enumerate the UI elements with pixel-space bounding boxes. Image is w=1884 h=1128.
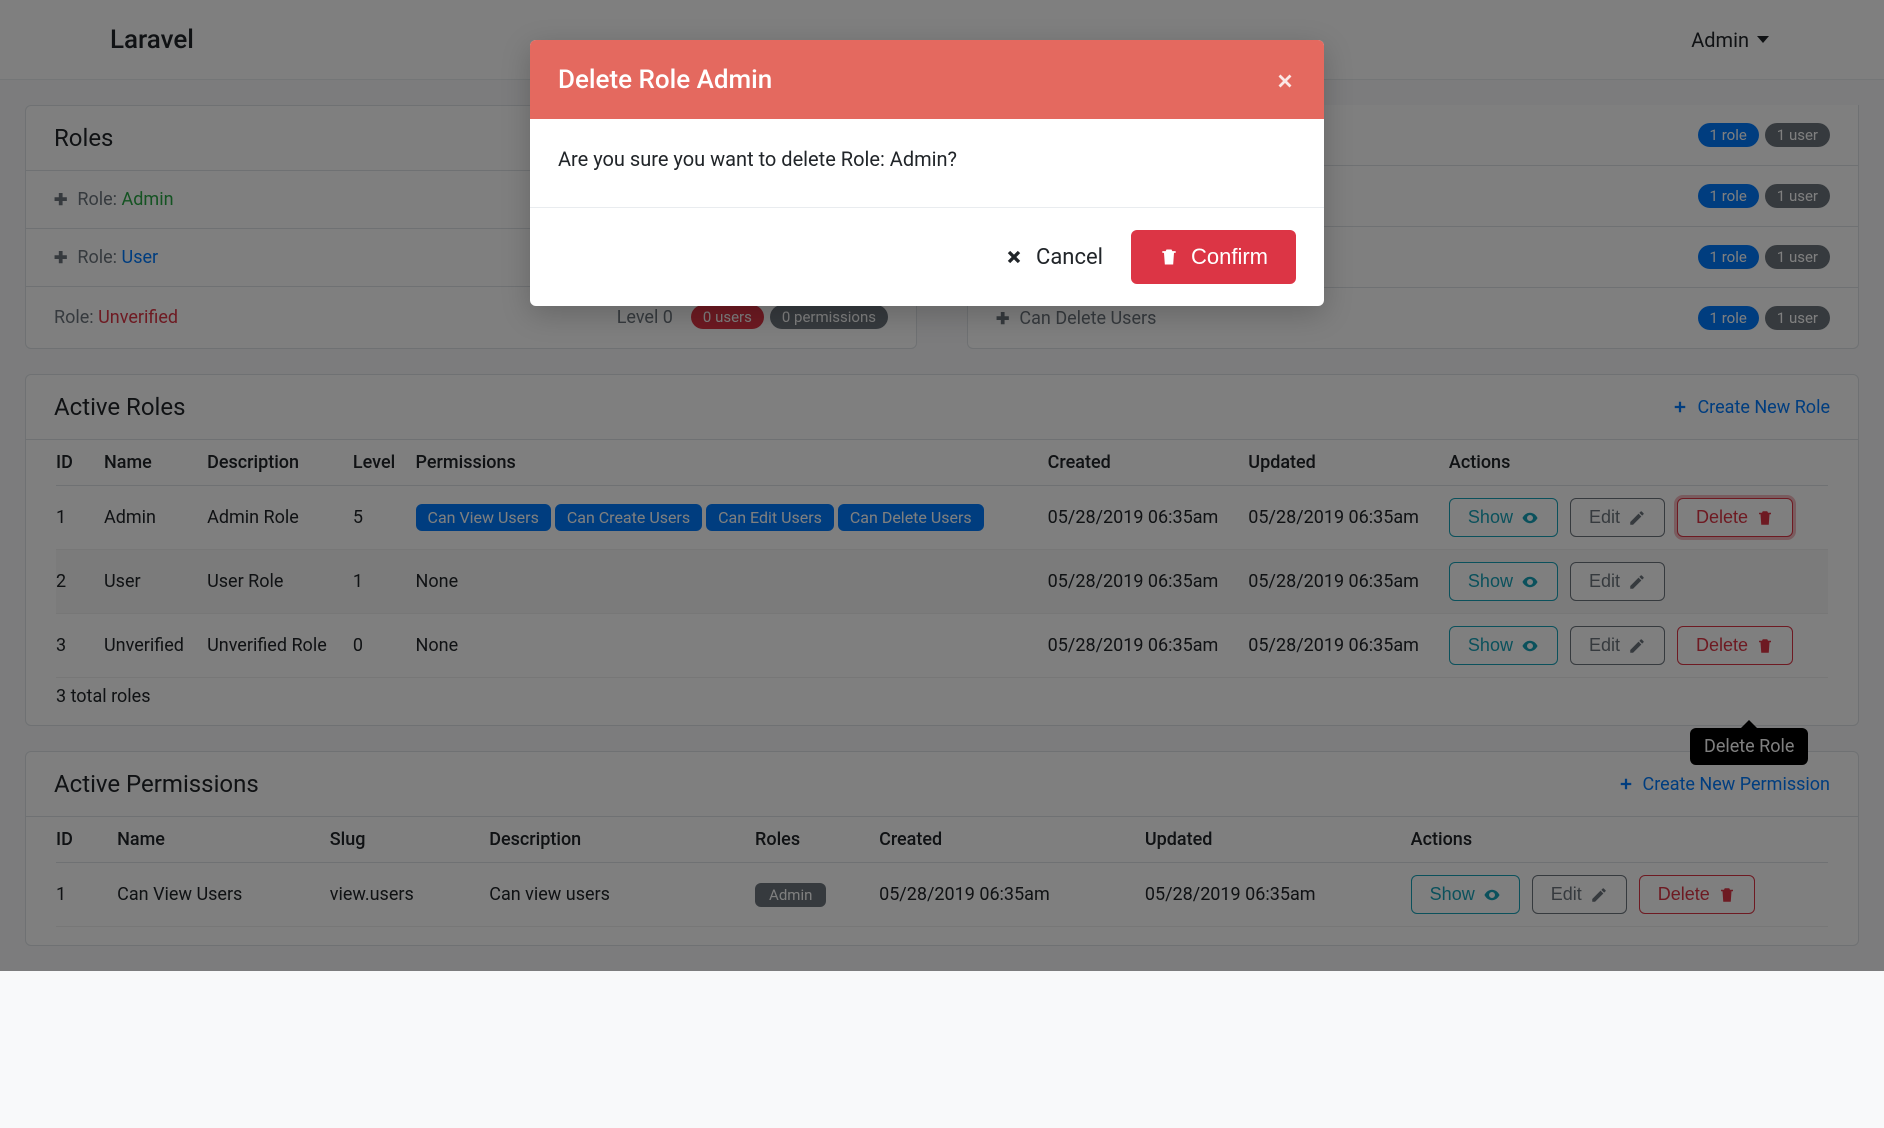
close-icon — [1274, 70, 1296, 92]
delete-role-modal: Delete Role Admin Are you sure you want … — [530, 40, 1324, 306]
modal-body: Are you sure you want to delete Role: Ad… — [530, 119, 1324, 208]
modal-title: Delete Role Admin — [558, 65, 772, 95]
close-icon — [1004, 247, 1024, 267]
confirm-button[interactable]: Confirm — [1131, 230, 1296, 284]
cancel-button[interactable]: Cancel — [1004, 245, 1103, 270]
trash-icon — [1159, 247, 1179, 267]
modal-close-button[interactable] — [1274, 64, 1296, 95]
